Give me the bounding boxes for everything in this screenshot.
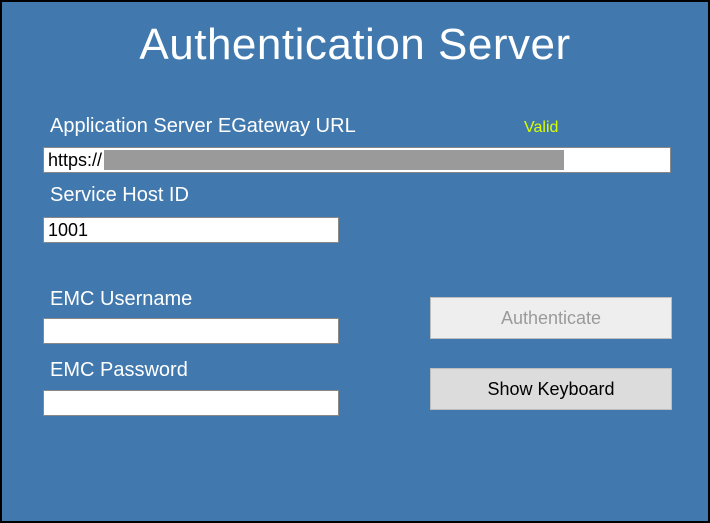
egateway-url-label: Application Server EGateway URL	[50, 115, 356, 138]
egateway-url-field[interactable]: https://	[43, 147, 671, 173]
emc-password-input[interactable]	[43, 390, 339, 416]
emc-username-label: EMC Username	[50, 288, 192, 311]
egateway-url-rest	[564, 148, 670, 172]
auth-server-panel: Authentication Server Application Server…	[0, 0, 710, 523]
page-title: Authentication Server	[2, 20, 708, 70]
egateway-url-redaction	[104, 150, 564, 170]
emc-password-label: EMC Password	[50, 359, 188, 382]
egateway-url-prefix: https://	[44, 148, 104, 172]
show-keyboard-button[interactable]: Show Keyboard	[430, 368, 672, 410]
emc-username-input[interactable]	[43, 318, 339, 344]
egateway-url-status: Valid	[524, 119, 558, 137]
service-host-id-input[interactable]	[43, 217, 339, 243]
service-host-id-label: Service Host ID	[50, 184, 189, 207]
authenticate-button[interactable]: Authenticate	[430, 297, 672, 339]
